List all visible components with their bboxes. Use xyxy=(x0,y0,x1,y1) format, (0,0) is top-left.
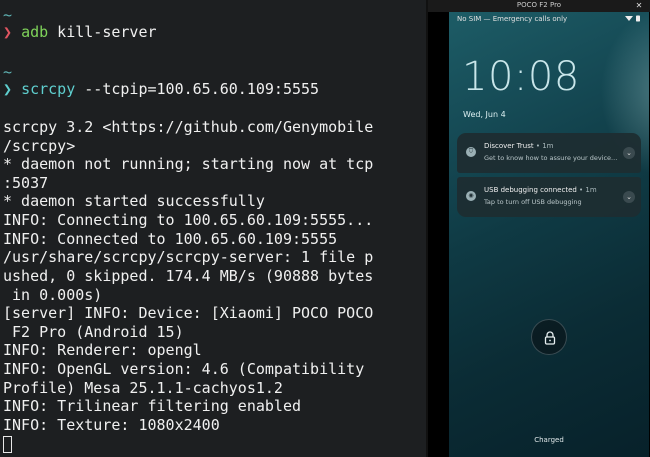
phone-lockscreen[interactable]: No SIM — Emergency calls only 10:08 Wed,… xyxy=(449,12,649,457)
output-line: * daemon not running; starting now at tc… xyxy=(3,155,374,173)
terminal-window[interactable]: ~ ❯ adb kill-server ~ ❯ scrcpy --tcpip=1… xyxy=(0,0,426,457)
output-line: :5037 xyxy=(3,174,49,192)
notification-text: Get to know how to assure your device... xyxy=(484,154,618,162)
output-line: * daemon started successfully xyxy=(3,192,265,210)
command-args: kill-server xyxy=(48,23,157,41)
window-title: POCO F2 Pro xyxy=(516,1,562,9)
status-icons xyxy=(625,15,643,24)
lockscreen-clock: 10:08 xyxy=(462,54,580,100)
output-line: /usr/share/scrcpy/scrcpy-server: 1 file … xyxy=(3,248,374,266)
window-titlebar[interactable]: POCO F2 Pro ✕ xyxy=(428,0,650,12)
notification-title: Discover Trust xyxy=(484,142,534,150)
output-line: in 0.000s) xyxy=(3,286,103,304)
output-line: Profile) Mesa 25.1.1-cachyos1.2 xyxy=(3,379,283,397)
chevron-down-icon[interactable]: ⌄ xyxy=(623,147,635,159)
output-line: scrcpy 3.2 <https://github.com/Genymobil… xyxy=(3,118,374,136)
command-name: adb xyxy=(21,23,49,41)
status-text: No SIM — Emergency calls only xyxy=(457,15,568,23)
output-line: INFO: OpenGL version: 4.6 (Compatibility xyxy=(3,360,365,378)
lock-button[interactable] xyxy=(531,319,567,355)
output-line: /scrcpy> xyxy=(3,137,76,155)
chevron-down-icon[interactable]: ⌄ xyxy=(623,191,635,203)
prompt-arrow-icon: ❯ xyxy=(3,80,13,98)
scrcpy-window[interactable]: POCO F2 Pro ✕ No SIM — Emergency calls o… xyxy=(428,0,650,457)
output-line: [server] INFO: Device: [Xiaomi] POCO POC… xyxy=(3,304,374,322)
output-line: INFO: Texture: 1080x2400 xyxy=(3,416,220,434)
prompt-arrow-icon: ❯ xyxy=(3,23,13,41)
terminal-cursor xyxy=(3,436,12,453)
command-args: --tcpip=100.65.60.109:5555 xyxy=(75,80,320,98)
output-line: INFO: Connected to 100.65.60.109:5555 xyxy=(3,230,338,248)
command-line-2: ❯ scrcpy --tcpip=100.65.60.109:5555 xyxy=(3,80,319,99)
notification-title: USB debugging connected xyxy=(484,186,577,194)
usb-icon: ◉ xyxy=(466,191,476,201)
notification-usb-debugging[interactable]: ◉ USB debugging connected • 1m Tap to tu… xyxy=(457,177,641,217)
shield-icon: ⛉ xyxy=(466,147,476,157)
notification-time: • 1m xyxy=(533,142,554,150)
wifi-battery-icon xyxy=(625,15,640,22)
output-line: F2 Pro (Android 15) xyxy=(3,323,184,341)
charging-status: Charged xyxy=(534,436,564,444)
command-name: scrcpy xyxy=(21,80,76,98)
notification-text: Tap to turn off USB debugging xyxy=(484,198,582,206)
output-line: INFO: Trilinear filtering enabled xyxy=(3,397,302,415)
output-line: INFO: Renderer: opengl xyxy=(3,341,202,359)
close-icon[interactable]: ✕ xyxy=(634,1,644,11)
command-line-1: ❯ adb kill-server xyxy=(3,23,157,42)
notification-discover-trust[interactable]: ⛉ Discover Trust • 1m Get to know how to… xyxy=(457,133,641,173)
notification-time: • 1m xyxy=(576,186,597,194)
output-line: ushed, 0 skipped. 174.4 MB/s (90888 byte… xyxy=(3,267,374,285)
lockscreen-date: Wed, Jun 4 xyxy=(463,110,506,119)
lock-icon xyxy=(544,331,556,345)
output-line: INFO: Connecting to 100.65.60.109:5555..… xyxy=(3,211,374,229)
